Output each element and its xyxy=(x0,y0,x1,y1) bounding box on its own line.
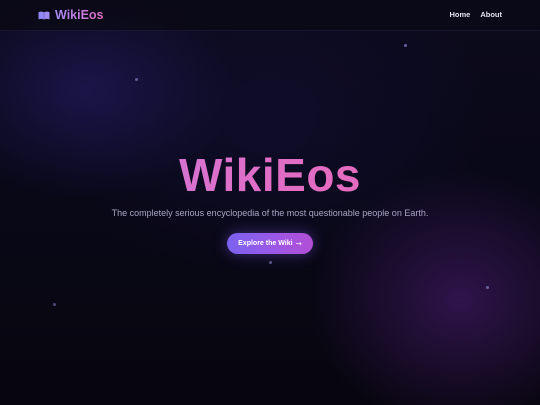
book-icon xyxy=(38,11,50,20)
background-star xyxy=(53,303,56,306)
top-navbar: WikiEos Home About xyxy=(0,0,540,31)
hero-title: WikiEos xyxy=(0,148,540,202)
background-star xyxy=(404,44,407,47)
nav-link-home[interactable]: Home xyxy=(449,10,470,20)
explore-wiki-button-label: Explore the Wiki xyxy=(238,239,293,247)
brand-logo-link[interactable]: WikiEos xyxy=(38,8,104,22)
nav-link-about[interactable]: About xyxy=(480,10,502,20)
background-star xyxy=(135,78,138,81)
background-star xyxy=(486,286,489,289)
nav-links: Home About xyxy=(449,10,502,20)
hero-section: WikiEos The completely serious encyclope… xyxy=(0,148,540,219)
page-root: WikiEos Home About WikiEos The completel… xyxy=(0,0,540,405)
brand-name: WikiEos xyxy=(55,8,104,22)
hero-subtitle: The completely serious encyclopedia of t… xyxy=(111,208,429,218)
explore-wiki-button[interactable]: Explore the Wiki → xyxy=(227,233,313,254)
arrow-right-icon: → xyxy=(295,238,302,248)
background-star xyxy=(269,261,272,264)
